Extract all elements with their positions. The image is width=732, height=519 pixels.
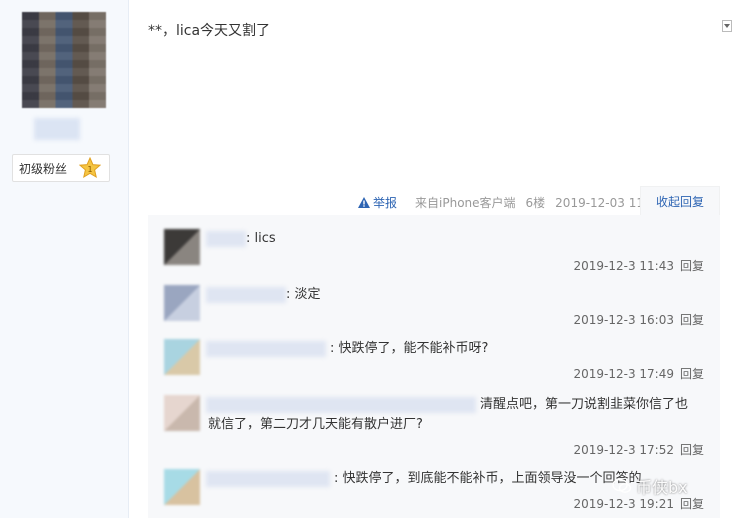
fan-level-label: 初级粉丝 [19, 161, 68, 176]
reply-time: 2019-12-3 17:49 [573, 367, 674, 381]
reply-item: 清醒点吧，第一刀说割韭菜你信了也 就信了，第二刀才几天能有散户进厂? 2019-… [164, 395, 704, 465]
warning-icon [358, 197, 370, 208]
post-floor: 6楼 [525, 196, 546, 210]
reply-list: : lics 2019-12-3 11:43 回复 : 淡定 2019-12-3 … [148, 215, 720, 518]
author-avatar[interactable] [22, 12, 106, 108]
reply-item: : 快跌停了，能不能补币呀? 2019-12-3 17:49 回复 [164, 339, 704, 389]
post-meta: 举报 来自iPhone客户端 6楼 2019-12-03 11:43 [358, 194, 673, 211]
reply-time: 2019-12-3 17:52 [573, 443, 674, 457]
fan-level-badge[interactable]: 初级粉丝 1 [12, 154, 110, 182]
svg-text:1: 1 [87, 165, 92, 174]
reply-username[interactable] [206, 397, 476, 413]
reply-avatar[interactable] [164, 229, 200, 265]
reply-button[interactable]: 回复 [680, 313, 704, 327]
reply-button[interactable]: 回复 [680, 367, 704, 381]
reply-time: 2019-12-3 16:03 [573, 313, 674, 327]
reply-meta: 2019-12-3 16:03 回复 [573, 311, 704, 328]
author-panel: 初级粉丝 1 [0, 0, 129, 518]
reply-button[interactable]: 回复 [680, 443, 704, 457]
reply-meta: 2019-12-3 17:49 回复 [573, 365, 704, 382]
reply-username[interactable] [206, 287, 286, 303]
reply-button[interactable]: 回复 [680, 259, 704, 273]
reply-avatar[interactable] [164, 285, 200, 321]
reply-avatar[interactable] [164, 469, 200, 505]
reply-text: : 淡定 [286, 287, 321, 302]
post-menu-dropdown[interactable] [722, 20, 732, 32]
watermark: 币侠bx [612, 474, 688, 498]
reply-meta: 2019-12-3 17:52 回复 [573, 441, 704, 458]
reply-meta: 2019-12-3 11:43 回复 [573, 257, 704, 274]
star-level-icon: 1 [79, 157, 101, 179]
wechat-icon [612, 478, 632, 493]
reply-username[interactable] [206, 341, 326, 357]
reply-avatar[interactable] [164, 339, 200, 375]
watermark-text: 币侠bx [636, 478, 688, 497]
reply-item: : lics 2019-12-3 11:43 回复 [164, 229, 704, 279]
reply-time: 2019-12-3 19:21 [573, 497, 674, 511]
collapse-replies-button[interactable]: 收起回复 [640, 186, 720, 216]
reply-text: : 快跌停了，能不能补币呀? [330, 341, 489, 356]
reply-username[interactable] [206, 231, 246, 247]
reply-avatar[interactable] [164, 395, 200, 431]
reply-item: : 淡定 2019-12-3 16:03 回复 [164, 285, 704, 335]
report-label: 举报 [373, 196, 398, 210]
reply-text-continued: 就信了，第二刀才几天能有散户进厂? [208, 417, 423, 432]
reply-username[interactable] [206, 471, 330, 487]
reply-text: 清醒点吧，第一刀说割韭菜你信了也 [480, 397, 689, 412]
reply-time: 2019-12-3 11:43 [573, 259, 674, 273]
post-content: **，lica今天又割了 [148, 23, 271, 39]
post-source[interactable]: 来自iPhone客户端 [415, 194, 516, 211]
author-name[interactable] [34, 118, 80, 140]
reply-text: : 快跌停了，到底能不能补币，上面领导没一个回答的 [334, 471, 642, 486]
reply-button[interactable]: 回复 [680, 497, 704, 511]
reply-text: : lics [246, 231, 276, 246]
report-link[interactable]: 举报 [358, 194, 397, 211]
